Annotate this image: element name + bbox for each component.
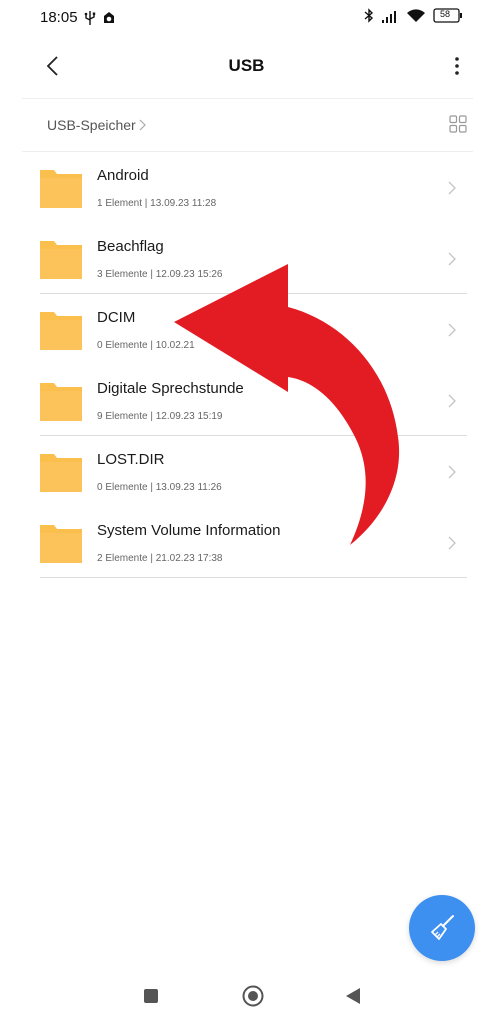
folder-meta: 2 Elemente | 21.02.23 17:38 xyxy=(97,553,223,564)
folder-meta: 9 Elemente | 12.09.23 15:19 xyxy=(97,411,223,422)
folder-row-beachflag[interactable]: Beachflag 3 Elemente | 12.09.23 15:26 xyxy=(0,223,493,294)
grid-view-button[interactable] xyxy=(449,115,469,135)
folder-icon xyxy=(40,170,82,208)
folder-meta: 1 Element | 13.09.23 11:28 xyxy=(97,198,217,209)
chevron-right-icon xyxy=(448,323,456,337)
folder-meta: 3 Elemente | 12.09.23 15:26 xyxy=(97,269,223,280)
page-title: USB xyxy=(228,56,265,75)
folder-name: System Volume Information xyxy=(97,522,281,539)
status-time: 18:05 xyxy=(40,9,78,26)
folder-name: LOST.DIR xyxy=(97,451,165,468)
file-manager-screen: 18:05 58 USB USB-Speicher Android 1 Elem… xyxy=(0,0,493,1011)
broom-icon xyxy=(431,915,454,940)
folder-icon xyxy=(40,454,82,492)
home-button[interactable] xyxy=(241,984,265,1008)
folder-meta: 0 Elemente | 10.02.21 xyxy=(97,340,195,351)
signal-icon xyxy=(381,9,399,23)
notification-icon xyxy=(102,11,116,25)
status-bar: 18:05 58 xyxy=(0,0,493,36)
more-options-button[interactable] xyxy=(445,50,469,82)
folder-icon xyxy=(40,525,82,563)
back-icon xyxy=(346,988,360,1004)
folder-name: DCIM xyxy=(97,309,136,326)
folder-name: Android xyxy=(97,167,149,184)
folder-row-dcim[interactable]: DCIM 0 Elemente | 10.02.21 xyxy=(0,294,493,365)
more-vertical-icon xyxy=(455,57,459,75)
folder-meta: 0 Elemente | 13.09.23 11:26 xyxy=(97,482,222,493)
chevron-right-icon xyxy=(448,181,456,195)
recents-button[interactable] xyxy=(140,985,162,1007)
breadcrumb[interactable]: USB-Speicher xyxy=(47,117,146,133)
grid-icon xyxy=(449,115,467,133)
usb-icon xyxy=(84,10,96,25)
battery-level: 58 xyxy=(440,9,451,19)
folder-row-android[interactable]: Android 1 Element | 13.09.23 11:28 xyxy=(0,152,493,223)
folder-row-system-volume-information[interactable]: System Volume Information 2 Elemente | 2… xyxy=(0,507,493,578)
chevron-right-icon xyxy=(448,394,456,408)
folder-row-digitale-sprechstunde[interactable]: Digitale Sprechstunde 9 Elemente | 12.09… xyxy=(0,365,493,436)
folder-icon xyxy=(40,383,82,421)
navigation-bar xyxy=(0,975,493,1011)
folder-name: Beachflag xyxy=(97,238,164,255)
chevron-right-icon xyxy=(448,465,456,479)
chevron-right-icon xyxy=(448,536,456,550)
back-nav-button[interactable] xyxy=(342,985,364,1007)
chevron-right-icon xyxy=(448,252,456,266)
battery-icon: 58 xyxy=(433,8,463,23)
breadcrumb-bar: USB-Speicher xyxy=(22,98,473,152)
bluetooth-icon xyxy=(364,8,374,23)
breadcrumb-root[interactable]: USB-Speicher xyxy=(47,117,136,133)
home-icon xyxy=(242,985,264,1007)
clean-up-button[interactable] xyxy=(409,895,475,961)
folder-icon xyxy=(40,312,82,350)
recents-icon xyxy=(144,989,158,1003)
chevron-right-icon xyxy=(139,119,146,131)
app-bar: USB xyxy=(0,40,493,96)
folder-row-lost-dir[interactable]: LOST.DIR 0 Elemente | 13.09.23 11:26 xyxy=(0,436,493,507)
folder-list: Android 1 Element | 13.09.23 11:28 Beach… xyxy=(0,152,493,578)
folder-name: Digitale Sprechstunde xyxy=(97,380,244,397)
wifi-icon xyxy=(406,8,426,23)
folder-icon xyxy=(40,241,82,279)
